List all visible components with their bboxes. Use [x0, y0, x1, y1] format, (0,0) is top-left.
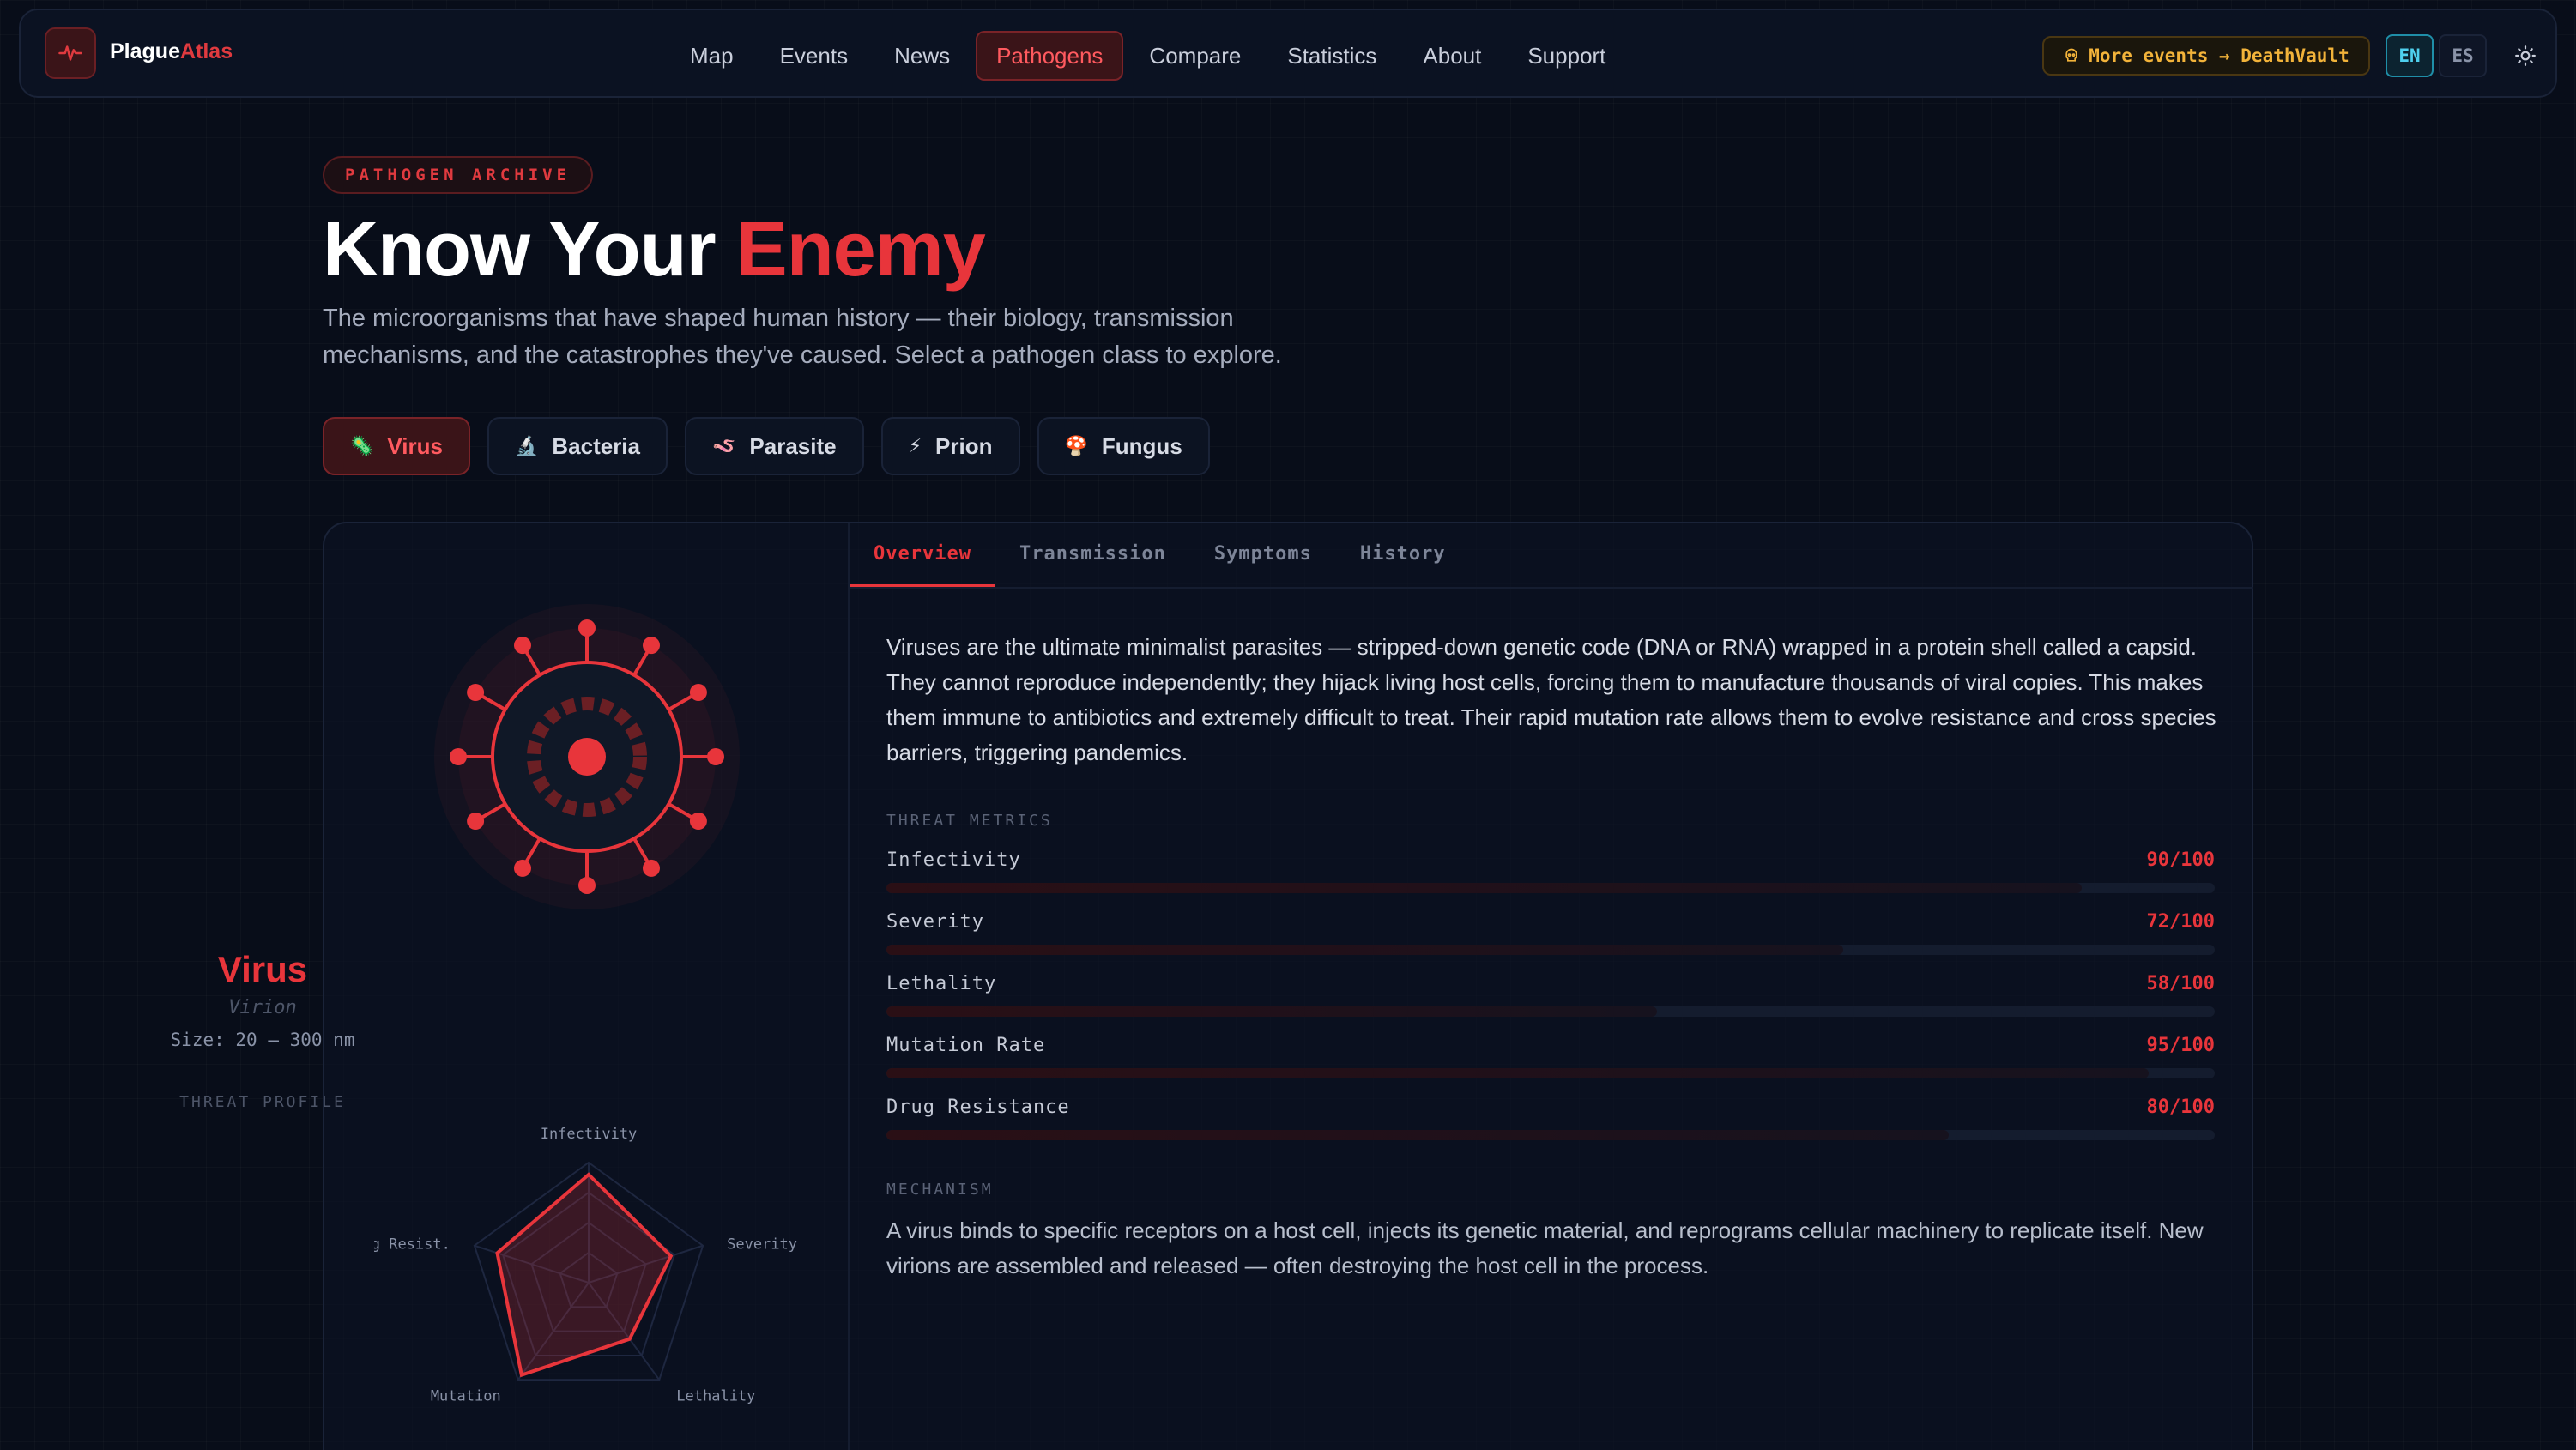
metric-value: 58/100: [2146, 973, 2215, 994]
parasite-icon: 🪱: [712, 435, 736, 456]
virus-spike-tip: [643, 859, 660, 877]
radar-axis-label: Infectivity: [541, 1126, 638, 1143]
filter-prion-button[interactable]: ⚡ Prion: [880, 417, 1020, 475]
metric-label: Drug Resistance: [886, 1097, 1070, 1118]
threat-radar-chart: Infectivity Severity Lethality Mutation g Re…: [374, 1126, 797, 1405]
tabs-divider: [850, 587, 2253, 589]
mechanism-label: MECHANISM: [886, 1181, 994, 1199]
virus-spike-tip: [578, 619, 596, 637]
bacteria-icon: 🔬: [514, 435, 539, 456]
metric-bar-fill: [886, 1006, 1657, 1017]
nav-link-about[interactable]: About: [1402, 31, 1502, 81]
virus-spike-tip: [643, 637, 660, 655]
pathogen-filter-row: 🦠 Virus 🔬 Bacteria 🪱 Parasite ⚡ Prion 🍄 Fungus: [323, 417, 1210, 475]
sun-icon: [2515, 45, 2536, 66]
more-events-link[interactable]: More events → DeathVault: [2042, 36, 2370, 76]
radar-axis-label: g Resist.: [374, 1236, 450, 1254]
virus-spike-tip: [689, 813, 707, 830]
nav-link-support[interactable]: Support: [1507, 31, 1626, 81]
metric-bar-track: [886, 1068, 2215, 1078]
lang-en-button[interactable]: EN: [2386, 34, 2434, 77]
metric-label: Infectivity: [886, 849, 1021, 871]
prion-icon: ⚡: [908, 435, 922, 456]
filter-label: Fungus: [1101, 432, 1182, 459]
metric-lethality: Lethality 58/100: [886, 973, 2215, 1017]
virus-icon: 🦠: [350, 435, 374, 456]
metric-bar-fill: [886, 1068, 2149, 1078]
radar-axis-label: Severity: [727, 1236, 797, 1254]
logo-icon[interactable]: [45, 27, 96, 79]
virus-spike-tip: [707, 748, 724, 765]
page-subtitle: The microorganisms that have shaped huma…: [323, 305, 1282, 369]
nav-link-events[interactable]: Events: [759, 31, 869, 81]
brand-name[interactable]: PlagueAtlas: [110, 39, 233, 64]
nav-link-compare[interactable]: Compare: [1128, 31, 1261, 81]
metric-severity: Severity 72/100: [886, 911, 2215, 955]
metric-label: Severity: [886, 911, 984, 933]
pathogen-size: Size: 20 – 300 nm: [170, 1030, 355, 1050]
filter-label: Parasite: [749, 432, 837, 459]
top-navbar: PlagueAtlas Map Events News Pathogens Compar…: [19, 9, 2557, 98]
virus-spike-tip: [467, 684, 485, 701]
lang-es-button[interactable]: ES: [2439, 34, 2487, 77]
threat-profile-label: THREAT PROFILE: [179, 1093, 346, 1111]
filter-fungus-button[interactable]: 🍄 Fungus: [1037, 417, 1210, 475]
tab-history[interactable]: History: [1336, 523, 1470, 587]
virus-spike-tip: [467, 813, 485, 830]
mechanism-description: A virus binds to specific receptors on a…: [886, 1217, 2204, 1278]
metric-drug-resistance: Drug Resistance 80/100: [886, 1097, 2215, 1140]
metric-bar-track: [886, 945, 2215, 955]
virus-spike-tip: [578, 877, 596, 894]
filter-bacteria-button[interactable]: 🔬 Bacteria: [487, 417, 668, 475]
theme-toggle-button[interactable]: [2506, 36, 2545, 76]
virus-illustration: [434, 604, 740, 909]
filter-parasite-button[interactable]: 🪱 Parasite: [685, 417, 864, 475]
tab-overview[interactable]: Overview: [850, 523, 995, 587]
nav-link-statistics[interactable]: Statistics: [1267, 31, 1397, 81]
metric-mutation-rate: Mutation Rate 95/100: [886, 1035, 2215, 1078]
filter-label: Prion: [935, 432, 993, 459]
pathogen-archive-badge: PATHOGEN ARCHIVE: [323, 156, 594, 194]
pathogen-name: Virus: [217, 949, 308, 989]
radar-axis-label: Lethality: [676, 1387, 755, 1405]
more-events-label: More events → DeathVault: [2089, 45, 2349, 66]
pathogen-tabs: Overview Transmission Symptoms History: [850, 523, 1470, 587]
filter-virus-button[interactable]: 🦠 Virus: [323, 417, 470, 475]
virus-spike-tip: [689, 684, 707, 701]
metric-bar-track: [886, 1130, 2215, 1140]
metric-bar-fill: [886, 1130, 1950, 1140]
overview-description: Viruses are the ultimate minimalist para…: [886, 634, 2216, 765]
metric-value: 95/100: [2146, 1035, 2215, 1056]
metric-infectivity: Infectivity 90/100: [886, 849, 2215, 893]
metric-bar-fill: [886, 945, 1843, 955]
filter-label: Bacteria: [552, 432, 640, 459]
pathogen-scientific-name: Virion: [228, 997, 297, 1018]
metric-label: Lethality: [886, 973, 997, 994]
virus-spike-tip: [450, 748, 467, 765]
metric-value: 80/100: [2146, 1097, 2215, 1118]
nav-links: Map Events News Pathogens Compare Statistics A…: [669, 31, 1626, 81]
radar-axis-label: Mutation: [431, 1387, 501, 1405]
nav-link-news[interactable]: News: [874, 31, 971, 81]
metric-value: 72/100: [2146, 911, 2215, 933]
metric-bar-fill: [886, 883, 2083, 893]
tab-transmission[interactable]: Transmission: [995, 523, 1190, 587]
virus-spike-tip: [514, 637, 531, 655]
metric-bar-track: [886, 1006, 2215, 1017]
virus-spike-tip: [514, 859, 531, 877]
filter-label: Virus: [387, 432, 443, 459]
nav-link-map[interactable]: Map: [669, 31, 754, 81]
metric-label: Mutation Rate: [886, 1035, 1046, 1056]
skull-icon: [2065, 48, 2077, 62]
page-title: Know Your Enemy: [323, 207, 986, 293]
metric-value: 90/100: [2146, 849, 2215, 871]
tab-symptoms[interactable]: Symptoms: [1190, 523, 1336, 587]
nav-link-pathogens[interactable]: Pathogens: [976, 31, 1124, 81]
threat-metrics-label: THREAT METRICS: [886, 812, 1053, 830]
metric-bar-track: [886, 883, 2215, 893]
fungus-icon: 🍄: [1064, 435, 1088, 456]
